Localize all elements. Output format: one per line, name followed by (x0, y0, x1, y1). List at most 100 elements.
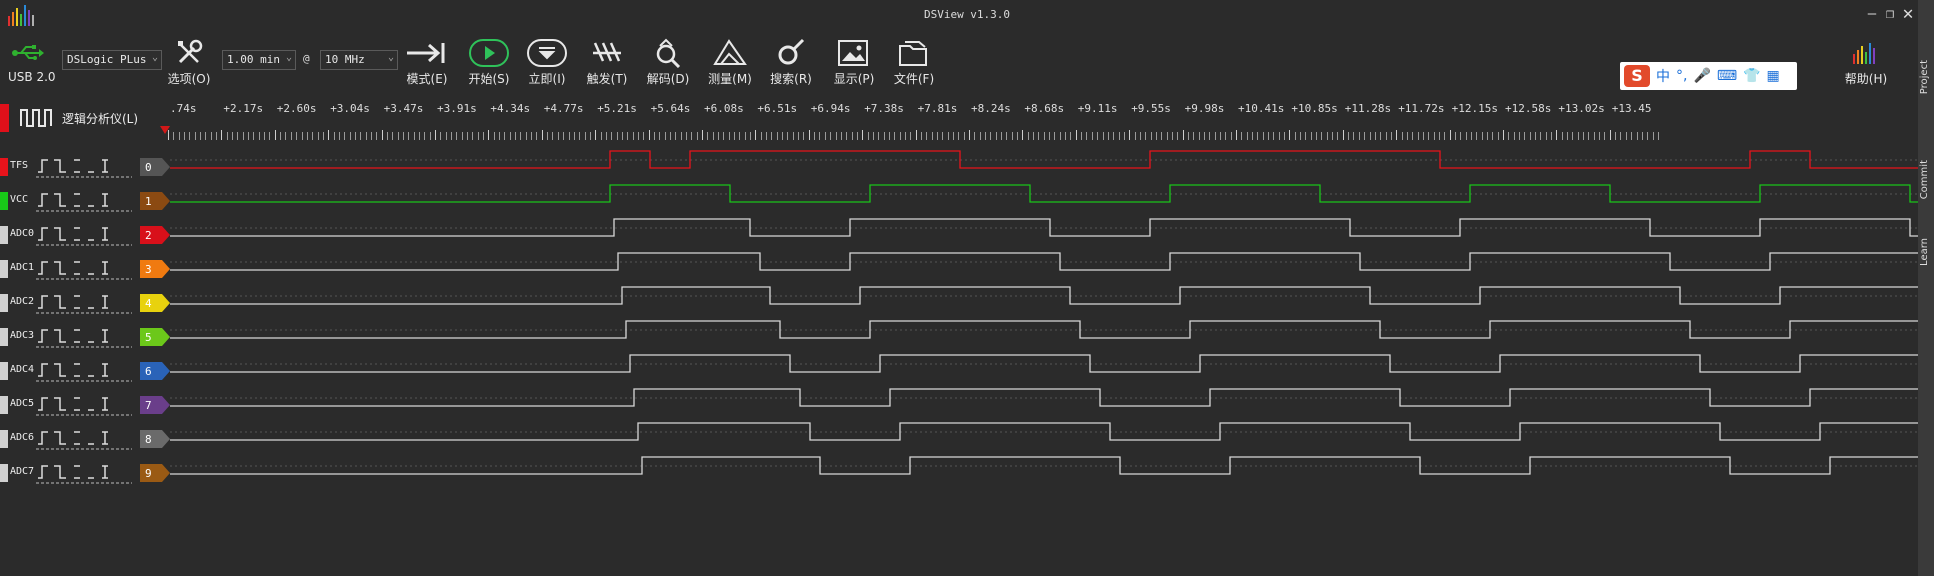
trigger-edge-icons[interactable] (36, 394, 136, 416)
channel-name: ADC0 (10, 228, 35, 239)
group-color-bar (0, 104, 9, 132)
options-label: 选项(O) (167, 72, 211, 86)
channel-name: ADC1 (10, 262, 35, 273)
channel-color-bar (0, 294, 8, 312)
channel-number: 7 (145, 399, 152, 412)
start-label: 开始(S) (468, 72, 510, 86)
logic-analyzer-group[interactable]: 逻辑分析仪(L) (0, 104, 168, 132)
channel-name: ADC4 (10, 364, 35, 375)
side-tab-learn[interactable]: Learn (1919, 238, 1933, 266)
close-button[interactable]: ✕ (1898, 4, 1918, 24)
ime-chinese-mode[interactable]: 中 (1656, 66, 1670, 86)
minimize-button[interactable]: — (1862, 4, 1882, 24)
channel-number-tag[interactable]: 7 (140, 396, 170, 414)
cursor-marker-icon[interactable] (160, 126, 170, 134)
right-side-panel: Project Commit Learn (1918, 0, 1934, 576)
decode-button[interactable]: 解码(D) (643, 36, 693, 94)
at-label: @ (303, 52, 310, 65)
decode-icon (656, 38, 681, 68)
mode-label: 模式(E) (406, 72, 448, 86)
punctuation-icon[interactable]: °, (1676, 68, 1687, 84)
channel-name: ADC3 (10, 330, 35, 341)
channel-number-tag[interactable]: 1 (140, 192, 170, 210)
channel-color-bar (0, 430, 8, 448)
channel-color-bar (0, 396, 8, 414)
keyboard-icon[interactable]: ⌨ (1717, 68, 1737, 84)
square-wave-icon (20, 109, 52, 127)
chevron-down-icon: ⌄ (387, 52, 394, 63)
channel-number: 4 (145, 297, 152, 310)
instant-button[interactable]: 立即(I) (522, 36, 572, 94)
trigger-edge-icons[interactable] (36, 428, 136, 450)
samplerate-select[interactable]: 10 MHz ⌄ (320, 50, 398, 70)
trigger-edge-icons[interactable] (36, 326, 136, 348)
channel-number-tag[interactable]: 0 (140, 158, 170, 176)
sogou-logo-icon: S (1624, 65, 1650, 87)
trigger-edge-icons[interactable] (36, 156, 136, 178)
channel-number: 1 (145, 195, 152, 208)
samplerate-value: 10 MHz (325, 53, 365, 66)
channel-number-tag[interactable]: 9 (140, 464, 170, 482)
channel-color-bar (0, 192, 8, 210)
channel-number: 9 (145, 467, 152, 480)
channel-color-bar (0, 260, 8, 278)
grid-menu-icon[interactable]: ▦ (1767, 68, 1780, 84)
search-label: 搜索(R) (770, 72, 812, 86)
device-value: DSLogic PLus (67, 53, 147, 66)
display-label: 显示(P) (833, 72, 875, 86)
channel-color-bar (0, 328, 8, 346)
trigger-edge-icons[interactable] (36, 190, 136, 212)
file-button[interactable]: 文件(F) (886, 36, 942, 94)
channel-name: ADC6 (10, 432, 35, 443)
help-button[interactable]: 帮助(H) (1838, 36, 1894, 94)
dsview-window: DSView v1.3.0 — ❐ ✕ USB 2.0 DSLogic PLus… (0, 0, 1934, 576)
channel-color-bar (0, 464, 8, 482)
waveform-area[interactable] (170, 96, 1920, 480)
folder-icon (899, 41, 927, 66)
channel-number-tag[interactable]: 2 (140, 226, 170, 244)
channel-number: 6 (145, 365, 152, 378)
channel-number-tag[interactable]: 3 (140, 260, 170, 278)
wrench-screwdriver-icon (178, 39, 203, 64)
trigger-button[interactable]: 触发(T) (582, 36, 632, 94)
channel-color-bar (0, 362, 8, 380)
instant-label: 立即(I) (528, 72, 566, 86)
trigger-edge-icons[interactable] (36, 258, 136, 280)
duration-select[interactable]: 1.00 min ⌄ (222, 50, 296, 70)
channel-color-bar (0, 226, 8, 244)
chevron-down-icon: ⌄ (285, 52, 292, 63)
mode-button[interactable]: 模式(E) (402, 36, 452, 94)
channel-name: VCC (10, 194, 29, 205)
channel-number-tag[interactable]: 5 (140, 328, 170, 346)
trigger-label: 触发(T) (586, 72, 628, 86)
channel-color-bar (0, 158, 8, 176)
side-tab-project[interactable]: Project (1919, 60, 1933, 94)
search-button[interactable]: 搜索(R) (766, 36, 816, 94)
title-bar: DSView v1.3.0 — ❐ ✕ (0, 0, 1934, 30)
trigger-icon (593, 42, 621, 62)
microphone-icon[interactable]: 🎤 (1693, 68, 1710, 84)
trigger-edge-icons[interactable] (36, 462, 136, 484)
duration-value: 1.00 min (227, 53, 280, 66)
play-icon (469, 39, 509, 67)
restore-button[interactable]: ❐ (1880, 4, 1900, 24)
channel-name: ADC5 (10, 398, 35, 409)
channel-number-tag[interactable]: 8 (140, 430, 170, 448)
device-select[interactable]: DSLogic PLus ⌄ (62, 50, 162, 70)
ime-toolbar[interactable]: S 中 °, 🎤 ⌨ 👕 ▦ (1620, 62, 1797, 90)
trigger-edge-icons[interactable] (36, 292, 136, 314)
side-tab-commit[interactable]: Commit (1919, 160, 1933, 199)
measure-button[interactable]: 测量(M) (705, 36, 755, 94)
help-logo-icon (1853, 43, 1875, 64)
decode-label: 解码(D) (646, 72, 690, 86)
start-button[interactable]: 开始(S) (464, 36, 514, 94)
trigger-edge-icons[interactable] (36, 360, 136, 382)
skin-icon[interactable]: 👕 (1743, 68, 1760, 84)
display-button[interactable]: 显示(P) (826, 36, 882, 94)
chevron-down-icon: ⌄ (151, 52, 158, 63)
options-button[interactable]: 选项(O) (166, 36, 212, 94)
channel-number: 3 (145, 263, 152, 276)
channel-number-tag[interactable]: 6 (140, 362, 170, 380)
channel-number-tag[interactable]: 4 (140, 294, 170, 312)
trigger-edge-icons[interactable] (36, 224, 136, 246)
